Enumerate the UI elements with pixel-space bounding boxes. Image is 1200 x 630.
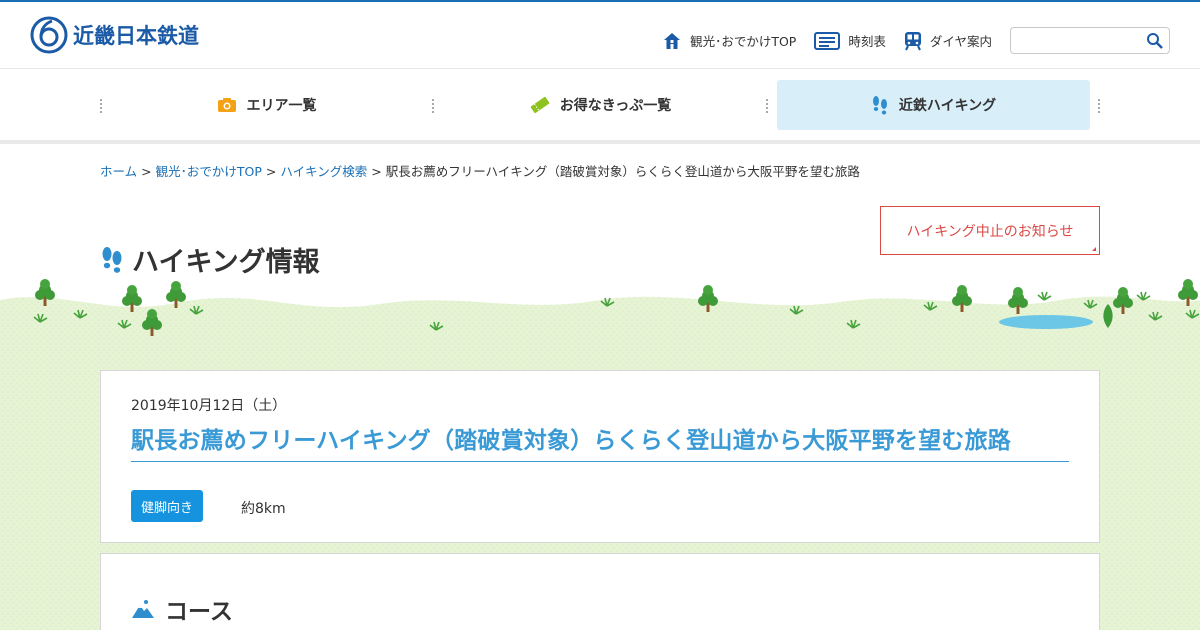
utility-link-diagram[interactable]: ダイヤ案内 bbox=[904, 31, 992, 51]
breadcrumb: ホーム > 観光･おでかけTOP > ハイキング検索 > 駅長お薦めフリーハイキング（踏破賞… bbox=[100, 161, 860, 180]
house-icon bbox=[664, 32, 681, 49]
notice-label: ハイキング中止のお知らせ bbox=[906, 223, 1074, 240]
breadcrumb-home[interactable]: ホーム bbox=[100, 164, 137, 179]
nav-divider bbox=[1098, 99, 1100, 113]
nav-item-label: 近鉄ハイキング bbox=[898, 98, 997, 114]
utility-link-sightseeing[interactable]: 観光･おでかけTOP bbox=[662, 31, 796, 51]
breadcrumb-current: 駅長お薦めフリーハイキング（踏破賞対象）らくらく登山道から大阪平野を望む旅路 bbox=[385, 164, 860, 179]
event-date: 2019年10月12日（土） bbox=[131, 398, 287, 414]
ticket-icon bbox=[530, 96, 550, 114]
nav-baseline bbox=[0, 140, 1200, 144]
event-summary-card: 2019年10月12日（土） 駅長お薦めフリーハイキング（踏破賞対象）らくらく登… bbox=[100, 370, 1100, 543]
nav-item-label: エリア一覧 bbox=[246, 98, 317, 114]
page-title-text: ハイキング情報 bbox=[132, 247, 320, 278]
breadcrumb-separator: > bbox=[141, 164, 152, 179]
train-icon bbox=[904, 31, 921, 50]
course-section: コース bbox=[100, 553, 1100, 630]
breadcrumb-separator: > bbox=[371, 164, 382, 179]
event-distance: 約8km bbox=[241, 501, 286, 517]
site-logo[interactable]: 近畿日本鉄道 bbox=[30, 16, 199, 54]
mountain-hiker-icon bbox=[132, 600, 154, 618]
utility-label: ダイヤ案内 bbox=[929, 34, 992, 49]
event-title: 駅長お薦めフリーハイキング（踏破賞対象）らくらく登山道から大阪平野を望む旅路 bbox=[131, 421, 1069, 462]
logo-text: 近畿日本鉄道 bbox=[73, 24, 199, 48]
breadcrumb-hiking-search[interactable]: ハイキング検索 bbox=[280, 164, 367, 179]
breadcrumb-separator: > bbox=[265, 164, 277, 179]
hiking-cancel-notice-button[interactable]: ハイキング中止のお知らせ bbox=[880, 206, 1100, 255]
global-nav: エリア一覧 お得なきっぷ一覧 近鉄ハイキング bbox=[100, 69, 1100, 144]
difficulty-badge: 健脚向き bbox=[131, 490, 204, 522]
course-heading: コース bbox=[131, 592, 233, 626]
nav-item-areas[interactable]: エリア一覧 bbox=[100, 80, 433, 130]
search-input[interactable] bbox=[1011, 28, 1139, 53]
site-header: 近畿日本鉄道 観光･おでかけTOP 時刻表 ダイヤ案内 bbox=[0, 2, 1200, 69]
search-icon[interactable] bbox=[1146, 32, 1164, 50]
course-heading-text: コース bbox=[165, 599, 233, 625]
camera-icon bbox=[217, 98, 236, 112]
nav-item-hiking[interactable]: 近鉄ハイキング bbox=[777, 80, 1090, 130]
page-title: ハイキング情報 bbox=[100, 240, 320, 279]
utility-label: 時刻表 bbox=[848, 34, 886, 49]
site-search bbox=[1010, 27, 1170, 54]
breadcrumb-sightseeing[interactable]: 観光･おでかけTOP bbox=[156, 164, 262, 179]
kintetsu-logo-icon bbox=[30, 16, 68, 54]
timetable-icon bbox=[814, 31, 841, 50]
footprint-icon bbox=[102, 246, 122, 273]
footprint-icon bbox=[872, 96, 887, 115]
nav-item-label: お得なきっぷ一覧 bbox=[559, 98, 672, 114]
utility-nav: 観光･おでかけTOP 時刻表 ダイヤ案内 bbox=[662, 27, 1170, 54]
corner-arrow-icon bbox=[1092, 247, 1096, 251]
utility-label: 観光･おでかけTOP bbox=[690, 34, 797, 49]
utility-link-timetable[interactable]: 時刻表 bbox=[814, 31, 886, 50]
nav-divider bbox=[766, 99, 768, 113]
nav-item-tickets[interactable]: お得なきっぷ一覧 bbox=[434, 80, 767, 130]
